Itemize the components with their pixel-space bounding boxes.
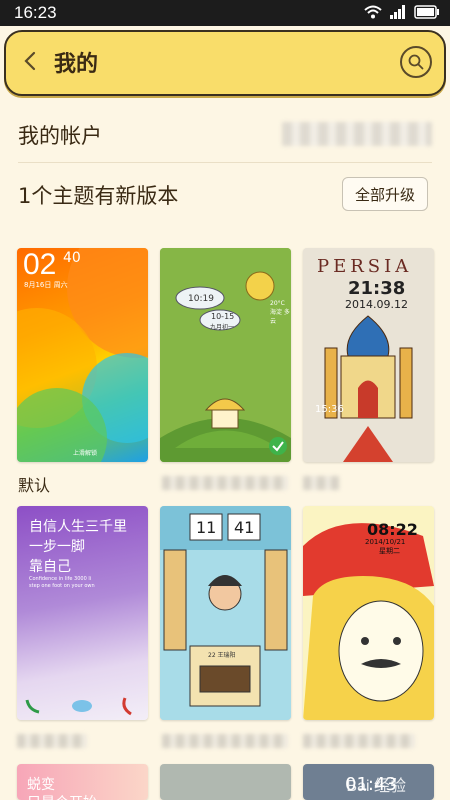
- status-time: 16:23: [14, 3, 57, 22]
- theme-persia-date: 2014.09.12: [345, 298, 408, 311]
- theme-caption-redacted: [303, 476, 339, 490]
- theme-room-clock-m: 41: [234, 518, 255, 537]
- battery-icon: [414, 5, 439, 19]
- theme-caption-redacted: [162, 734, 288, 748]
- theme-caption-redacted: [17, 734, 87, 748]
- theme-caption-redacted: [162, 476, 288, 490]
- theme-confidence-sub: Confidence in life 3000 li: [29, 576, 92, 582]
- theme-card-partial-2[interactable]: [160, 764, 291, 800]
- theme-card-partial-1[interactable]: 蜕变 只是个开始: [17, 764, 148, 800]
- theme-card-girl[interactable]: 08:22 2014/10/21 星期二: [303, 506, 434, 720]
- theme-clouds-date: 九月初一: [210, 324, 235, 331]
- theme-confidence-text1: 自信人生三千里: [29, 519, 127, 535]
- theme-persia-small-time: 15:36: [315, 404, 344, 415]
- theme-room-art: [160, 506, 291, 720]
- my-account-row[interactable]: 我的帐户: [0, 108, 450, 160]
- divider: [18, 162, 432, 163]
- theme-confidence-text2: 一步一脚: [29, 539, 85, 555]
- my-account-label: 我的帐户: [18, 124, 102, 148]
- theme-card-clouds[interactable]: 10:19 10-15 九月初一 20°C 海淀 多云: [160, 248, 291, 462]
- theme-clouds-clock-b: 10-15: [211, 312, 235, 321]
- theme-room-clock-h: 11: [196, 518, 217, 537]
- theme-confidence-sub2: step one foot on your own: [29, 583, 95, 589]
- theme-card-confidence[interactable]: 自信人生三千里 一步一脚 靠自己 Confidence in life 3000…: [17, 506, 148, 720]
- theme-default-date: 8月16日 周六: [24, 281, 68, 289]
- theme-persia-clock: 21:38: [348, 278, 406, 299]
- theme-confidence-text3: 靠自己: [29, 559, 71, 575]
- theme-card-room[interactable]: 11 41 22 王瑞阳: [160, 506, 291, 720]
- search-icon: [408, 54, 424, 70]
- back-icon[interactable]: [20, 50, 42, 72]
- theme-update-label: 1个主题有新版本: [18, 184, 179, 208]
- header-bar: 我的: [4, 30, 446, 96]
- dock-icons: [25, 697, 132, 716]
- theme-caption-redacted: [303, 734, 415, 748]
- theme-card-persia[interactable]: PERSIA 21:38 2014.09.12 15:36: [303, 248, 434, 462]
- theme-girl-clock: 08:22: [367, 520, 418, 539]
- upgrade-all-button[interactable]: 全部升级: [342, 177, 428, 211]
- theme-card-default[interactable]: 02 40 8月16日 周六 上滑解锁: [17, 248, 148, 462]
- account-name-redacted: [282, 122, 432, 146]
- theme-room-note: 22 王瑞阳: [208, 652, 236, 659]
- status-icons: [364, 5, 440, 19]
- theme-default-clock-min: 40: [63, 250, 81, 266]
- theme-clouds-clock-a: 10:19: [188, 294, 214, 304]
- status-bar: 16:23: [0, 0, 450, 26]
- theme-girl-weekday: 星期二: [379, 547, 400, 555]
- theme-default-clock: 02: [23, 248, 57, 281]
- signal-icon: [390, 5, 405, 19]
- theme-girl-date: 2014/10/21: [365, 538, 406, 546]
- theme-caption-default: 默认: [18, 476, 51, 495]
- theme-persia-title: PERSIA: [317, 256, 413, 277]
- watermark: Bai 经验: [346, 778, 406, 795]
- theme-clouds-weather: 20°C 海淀 多云: [270, 300, 290, 325]
- theme-update-row: 1个主题有新版本 全部升级: [0, 170, 450, 218]
- page-title: 我的: [54, 52, 99, 77]
- theme-partial-sub: 只是个开始: [27, 792, 97, 800]
- wifi-icon: [364, 5, 382, 19]
- theme-partial-text: 蜕变: [27, 777, 55, 793]
- theme-default-footer: 上滑解锁: [73, 450, 98, 457]
- search-button[interactable]: [400, 46, 432, 78]
- theme-clouds-art: [160, 248, 291, 462]
